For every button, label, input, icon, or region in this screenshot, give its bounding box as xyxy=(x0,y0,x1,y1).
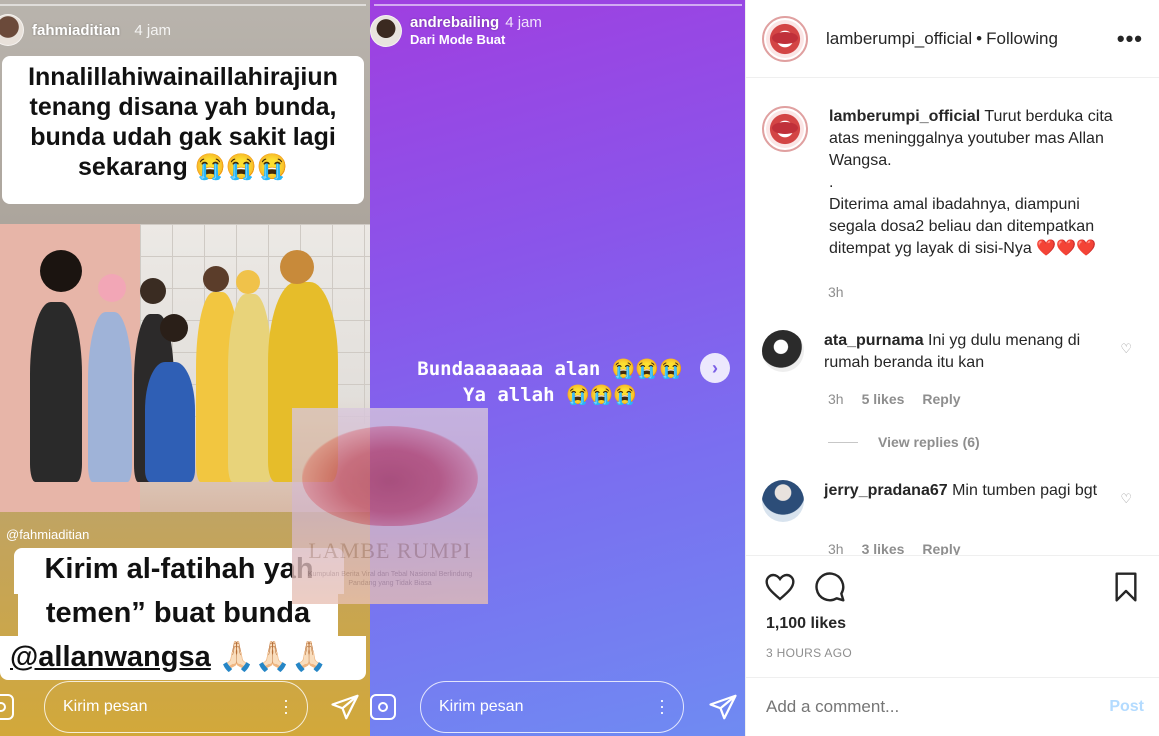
comment-body: ata_purnama Ini yg dulu menang di rumah … xyxy=(824,330,1124,374)
comment-time[interactable]: 3h xyxy=(828,541,844,555)
comment-item: ata_purnama Ini yg dulu menang di rumah … xyxy=(762,330,1124,374)
story-username[interactable]: andrebailing xyxy=(410,14,499,31)
comment-reply-button[interactable]: Reply xyxy=(922,391,960,407)
comment-text: Min tumben pagi bgt xyxy=(952,482,1098,499)
camera-icon[interactable] xyxy=(370,694,396,720)
like-heart-icon[interactable] xyxy=(764,571,796,603)
likes-count[interactable]: 1,100 likes xyxy=(766,615,846,633)
story-andrebailing[interactable]: andrebailing 4 jam Dari Mode Buat Bundaaa… xyxy=(370,0,745,736)
story-media: fahmiaditian 4 jam Innalillahiwainaillah… xyxy=(0,0,745,736)
caption-dot: . xyxy=(829,174,834,191)
story-header: andrebailing 4 jam Dari Mode Buat xyxy=(370,14,542,47)
story-avatar[interactable] xyxy=(370,14,402,47)
story-text-line2: Ya allah 😭😭😭 xyxy=(463,384,637,406)
comment-username[interactable]: jerry_pradana67 xyxy=(824,482,948,499)
comment-avatar[interactable] xyxy=(762,480,804,522)
story-avatar[interactable] xyxy=(0,14,24,46)
comment-reply-button[interactable]: Reply xyxy=(922,541,960,555)
mention-link[interactable]: @allanwangsa xyxy=(10,641,211,673)
comment-body: jerry_pradana67 Min tumben pagi bgt xyxy=(824,480,1124,522)
story-text-line1: Bundaaaaaaa alan 😭😭😭 xyxy=(417,358,683,380)
story-text: Bundaaaaaaa alan 😭😭😭 Ya allah 😭😭😭 xyxy=(390,356,710,408)
header-separator: • xyxy=(976,28,983,48)
story-caption-top: Innalillahiwainaillahirajiun tenang disa… xyxy=(2,56,364,204)
watermark-subtitle: Kumpulan Berita Viral dan Tebal Nasional… xyxy=(307,571,473,587)
send-icon[interactable] xyxy=(708,692,738,722)
comment-item: jerry_pradana67 Min tumben pagi bgt xyxy=(762,480,1124,522)
story-username[interactable]: fahmiaditian xyxy=(32,22,120,39)
story-subtitle: Dari Mode Buat xyxy=(410,32,506,47)
story-fahmiaditian[interactable]: fahmiaditian 4 jam Innalillahiwainaillah… xyxy=(0,0,370,736)
lambe-rumpi-watermark: LAMBE RUMPI Kumpulan Berita Viral dan Te… xyxy=(292,408,488,604)
post-header: lamberumpi_official • Following ••• xyxy=(746,0,1159,78)
caption-text-line2: Diterima amal ibadahnya, diampuni segala… xyxy=(829,196,1096,257)
more-options-icon[interactable]: ••• xyxy=(1117,26,1143,52)
add-comment-bar: Post xyxy=(746,677,1159,736)
prayer-emoji: 🙏🏻🙏🏻🙏🏻 xyxy=(210,641,328,673)
comment-avatar[interactable] xyxy=(762,330,804,372)
caption-meta: 3h xyxy=(828,284,844,300)
caption-username[interactable]: lamberumpi_official xyxy=(829,108,980,125)
story-reply-bar: Kirim pesan · · · xyxy=(370,680,745,734)
caption-body: lamberumpi_official Turut berduka cita a… xyxy=(829,106,1129,260)
send-icon[interactable] xyxy=(330,692,360,722)
comment-meta: 3h 3 likes Reply xyxy=(828,541,961,555)
story-mention-tag[interactable]: @fahmiaditian xyxy=(6,527,89,542)
comment-meta: 3h 5 likes Reply xyxy=(828,391,961,407)
post-actions: 1,100 likes 3 HOURS AGO xyxy=(746,555,1159,677)
header-username[interactable]: lamberumpi_official xyxy=(826,29,972,49)
comment-username[interactable]: ata_purnama xyxy=(824,332,924,349)
more-options-icon[interactable]: · · · xyxy=(659,691,665,721)
watermark-title: LAMBE RUMPI xyxy=(308,538,472,563)
story-caption-bottom-line3: @allanwangsa 🙏🏻🙏🏻🙏🏻 xyxy=(0,636,366,680)
more-options-icon[interactable]: · · · xyxy=(283,691,289,721)
comment-likes[interactable]: 5 likes xyxy=(862,391,905,407)
story-progress-bar xyxy=(0,4,366,6)
reply-placeholder: Kirim pesan xyxy=(63,698,148,715)
caption-time[interactable]: 3h xyxy=(828,284,844,300)
story-caption-bottom-line2: temen” buat bunda xyxy=(18,592,338,636)
following-button[interactable]: Following xyxy=(986,29,1058,49)
story-reply-input[interactable]: Kirim pesan · · · xyxy=(44,681,308,733)
comment-bubble-icon[interactable] xyxy=(814,571,846,603)
post-panel: lamberumpi_official • Following ••• lamb… xyxy=(745,0,1159,736)
lips-logo-icon xyxy=(302,426,478,526)
caption-avatar[interactable] xyxy=(762,106,808,152)
account-avatar[interactable] xyxy=(762,15,808,62)
reply-placeholder: Kirim pesan xyxy=(439,698,524,715)
comment-likes[interactable]: 3 likes xyxy=(862,541,905,555)
view-replies-button[interactable]: View replies (6) xyxy=(828,434,980,450)
post-button[interactable]: Post xyxy=(1109,698,1144,716)
view-replies-label: View replies (6) xyxy=(878,434,980,450)
post-timestamp[interactable]: 3 HOURS AGO xyxy=(766,646,852,660)
next-story-chevron-icon[interactable]: › xyxy=(700,353,730,383)
story-header: fahmiaditian 4 jam xyxy=(0,14,171,46)
comment-like-heart-icon[interactable]: ♡ xyxy=(1120,341,1132,357)
story-time: 4 jam xyxy=(505,14,542,31)
comment-input[interactable] xyxy=(766,697,1086,717)
camera-icon[interactable] xyxy=(0,694,14,720)
story-progress-bar xyxy=(374,4,742,6)
story-reply-input[interactable]: Kirim pesan · · · xyxy=(420,681,684,733)
comment-time[interactable]: 3h xyxy=(828,391,844,407)
comments-section: lamberumpi_official Turut berduka cita a… xyxy=(746,79,1159,555)
bookmark-icon[interactable] xyxy=(1110,571,1142,603)
story-reply-bar: Kirim pesan · · · xyxy=(0,680,368,734)
post-caption: lamberumpi_official Turut berduka cita a… xyxy=(762,106,1129,260)
story-time: 4 jam xyxy=(134,21,172,39)
comment-like-heart-icon[interactable]: ♡ xyxy=(1120,491,1132,507)
